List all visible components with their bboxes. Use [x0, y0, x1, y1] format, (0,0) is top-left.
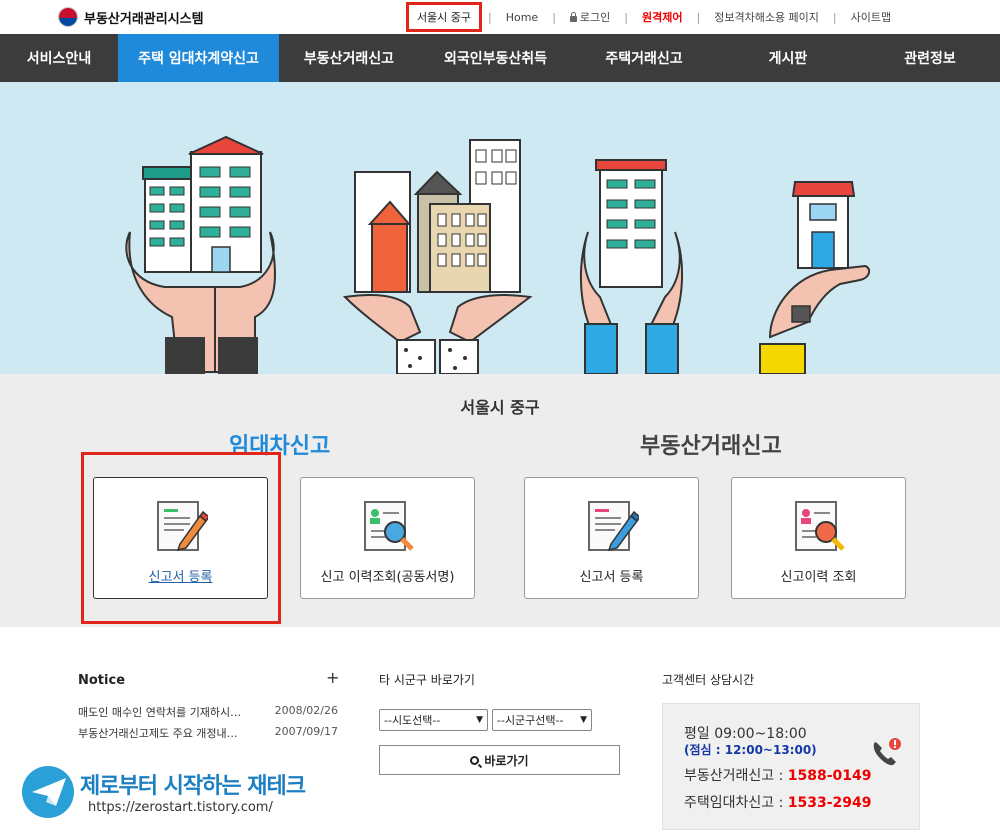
watermark-url: https://zerostart.tistory.com/: [88, 800, 273, 815]
home-link[interactable]: Home: [506, 11, 538, 24]
top-utility-bar: 부동산거래관리시스템 서울시 중구 | Home | 로그인 | 원격제어 | …: [0, 0, 1000, 34]
nav-item-related-info[interactable]: 관련정보: [860, 34, 1000, 82]
sigungu-select-value: --시군구선택--: [497, 714, 564, 727]
document-search-icon: [364, 501, 414, 551]
document-search-icon: [795, 501, 845, 551]
current-region-label[interactable]: 서울시 중구: [406, 2, 482, 32]
phone-icon: [873, 738, 901, 766]
accessibility-page-link[interactable]: 정보격차해소용 페이지: [714, 9, 819, 25]
lease-phone-label: 주택임대차신고 :: [684, 795, 788, 811]
lease-report-history-card[interactable]: 신고 이력조회(공동서명): [300, 477, 475, 599]
lunch-hours: (점심 : 12:00~13:00): [684, 743, 817, 757]
trade-phone-label: 부동산거래신고 :: [684, 768, 788, 784]
buildings-in-hands-illustration: [125, 135, 871, 374]
nav-item-lease-report[interactable]: 주택 임대차계약신고: [118, 34, 279, 82]
notice-more-button[interactable]: +: [326, 668, 339, 687]
main-nav: 서비스안내 주택 임대차계약신고 부동산거래신고 외국인부동산취득 주택거래신고…: [0, 34, 1000, 82]
go-button-label: 바로가기: [484, 753, 529, 768]
lock-icon: [569, 12, 577, 22]
notice-item-date: 2007/09/17: [274, 725, 338, 738]
chevron-down-icon: ▼: [476, 715, 483, 725]
login-link[interactable]: 로그인: [569, 9, 611, 25]
notice-item-date: 2008/02/26: [274, 704, 338, 717]
search-icon: [470, 755, 480, 765]
go-button[interactable]: 바로가기: [379, 745, 620, 775]
remote-control-link[interactable]: 원격제어: [642, 9, 682, 25]
customer-center-box: 평일 09:00~18:00 (점심 : 12:00~13:00) 부동산거래신…: [662, 703, 920, 830]
quick-region-title: 타 시군구 바로가기: [379, 673, 475, 687]
trade-report-history-label: 신고이력 조회: [780, 570, 857, 585]
hero-banner: [0, 82, 1000, 374]
login-link-text: 로그인: [579, 11, 611, 24]
nav-item-service-guide[interactable]: 서비스안내: [0, 34, 118, 82]
sido-select[interactable]: --시도선택-- ▼: [379, 709, 488, 731]
notice-item-title: 매도인 매수인 연락처를 기재하시…: [78, 706, 242, 719]
region-title: 서울시 중구: [460, 398, 540, 417]
trade-report-register-label: 신고서 등록: [579, 570, 644, 585]
site-logo[interactable]: 부동산거래관리시스템: [58, 7, 204, 27]
lease-phone-line: 주택임대차신고 : 1533-2949: [684, 792, 872, 812]
sido-select-value: --시도선택--: [384, 714, 441, 727]
chevron-down-icon: ▼: [580, 715, 587, 725]
current-region-text: 서울시 중구: [416, 11, 472, 24]
trade-report-history-card[interactable]: 신고이력 조회: [731, 477, 906, 599]
watermark-text: 제로부터 시작하는 재테크: [80, 774, 306, 799]
lease-phone-number: 1533-2949: [787, 795, 872, 811]
blog-watermark: 제로부터 시작하는 재테크 https://zerostart.tistory.…: [22, 762, 306, 822]
page: 부동산거래관리시스템 서울시 중구 | Home | 로그인 | 원격제어 | …: [0, 0, 1000, 840]
government-emblem-icon: [58, 7, 78, 27]
document-pencil-icon: [588, 501, 639, 552]
trade-report-heading: 부동산거래신고: [640, 434, 782, 459]
nav-item-housing-trade[interactable]: 주택거래신고: [572, 34, 716, 82]
lease-report-history-label: 신고 이력조회(공동서명): [320, 570, 455, 585]
paper-plane-icon: [22, 766, 74, 818]
annotation-highlight-box: [81, 452, 281, 624]
trade-report-register-card[interactable]: 신고서 등록: [524, 477, 699, 599]
site-logo-text: 부동산거래관리시스템: [84, 11, 204, 27]
service-hours: 평일 09:00~18:00: [684, 726, 807, 742]
customer-center-title: 고객센터 상담시간: [662, 673, 755, 687]
sitemap-link[interactable]: 사이트맵: [851, 9, 891, 25]
trade-phone-number: 1588-0149: [787, 768, 872, 784]
nav-item-real-estate-trade[interactable]: 부동산거래신고: [279, 34, 419, 82]
notice-title: Notice: [78, 673, 126, 688]
nav-item-foreigner-acquisition[interactable]: 외국인부동산취득: [419, 34, 572, 82]
sigungu-select[interactable]: --시군구선택-- ▼: [492, 709, 592, 731]
utility-links: | Home | 로그인 | 원격제어 | 정보격차해소용 페이지 | 사이트맵: [488, 9, 892, 25]
trade-phone-line: 부동산거래신고 : 1588-0149: [684, 765, 872, 785]
notice-item-title: 부동산거래신고제도 주요 개정내…: [78, 727, 238, 740]
nav-item-board[interactable]: 게시판: [716, 34, 860, 82]
